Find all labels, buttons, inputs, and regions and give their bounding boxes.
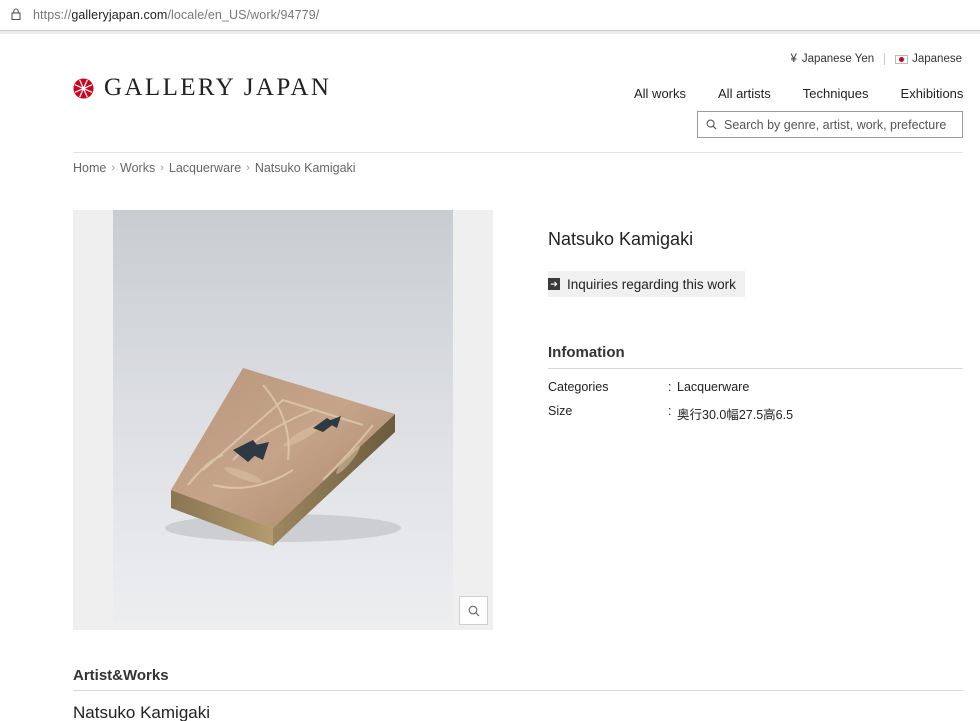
- nav-techniques[interactable]: Techniques: [803, 86, 869, 101]
- artist-name[interactable]: Natsuko Kamigaki: [73, 703, 210, 721]
- nav-all-works[interactable]: All works: [634, 86, 686, 101]
- info-colon: :: [668, 380, 672, 394]
- info-row-categories: Categories : Lacquerware: [548, 380, 749, 394]
- japan-flag-icon: [895, 54, 909, 64]
- zoom-icon: [468, 605, 479, 616]
- breadcrumb-works[interactable]: Works: [120, 161, 155, 175]
- lock-icon: [11, 8, 21, 20]
- search-icon: [706, 119, 717, 130]
- work-title: Natsuko Kamigaki: [548, 229, 694, 249]
- browser-address-bar[interactable]: https://galleryjapan.com/locale/en_US/wo…: [0, 0, 980, 31]
- nav-exhibitions[interactable]: Exhibitions: [901, 86, 964, 101]
- zoom-button[interactable]: [459, 596, 488, 625]
- utility-bar: ¥ Japanese Yen Japanese: [790, 53, 962, 65]
- info-key: Size: [548, 404, 573, 418]
- info-divider: [548, 368, 963, 369]
- breadcrumb-home[interactable]: Home: [73, 161, 106, 175]
- info-colon: :: [668, 404, 672, 418]
- info-value-size: 奥行30.0幅27.5高6.5: [677, 408, 794, 422]
- toolbar-shadow: [0, 31, 980, 34]
- info-row-size: Size : 奥行30.0幅27.5高6.5: [548, 404, 793, 423]
- header-divider: [73, 152, 963, 153]
- breadcrumb-lacquerware[interactable]: Lacquerware: [169, 161, 241, 175]
- artist-works-divider: [73, 690, 963, 691]
- language-selector[interactable]: Japanese: [912, 53, 962, 65]
- yen-icon: ¥: [790, 53, 797, 65]
- chevron-right-icon: ›: [111, 162, 116, 174]
- chevron-right-icon: ›: [246, 162, 250, 174]
- info-key: Categories: [548, 380, 609, 394]
- info-heading: Infomation: [548, 344, 625, 361]
- search-input[interactable]: [724, 117, 954, 132]
- breadcrumb: Home › Works › Lacquerware › Natsuko Kam…: [73, 161, 356, 175]
- utility-divider: [884, 53, 886, 65]
- work-image-panel: [73, 210, 493, 630]
- nav-all-artists[interactable]: All artists: [718, 86, 771, 101]
- site-logo[interactable]: GALLERY JAPAN: [73, 74, 331, 102]
- chevron-right-icon: ›: [160, 162, 164, 174]
- inquiry-button[interactable]: ➔ Inquiries regarding this work: [548, 271, 745, 297]
- inquiry-label: Inquiries regarding this work: [567, 276, 736, 292]
- gallery-japan-logo-mark: [73, 77, 94, 99]
- logo-text: GALLERY JAPAN: [104, 74, 332, 101]
- arrow-right-icon: ➔: [548, 278, 560, 290]
- main-nav: All works All artists Techniques Exhibit…: [634, 86, 963, 101]
- url-text[interactable]: https://galleryjapan.com/locale/en_US/wo…: [33, 8, 319, 22]
- work-photo[interactable]: [113, 210, 453, 630]
- info-value-category[interactable]: Lacquerware: [677, 380, 749, 394]
- breadcrumb-current: Natsuko Kamigaki: [254, 161, 356, 175]
- artist-works-heading: Artist&Works: [73, 667, 169, 684]
- search-box[interactable]: [697, 111, 963, 138]
- currency-selector[interactable]: Japanese Yen: [802, 53, 874, 65]
